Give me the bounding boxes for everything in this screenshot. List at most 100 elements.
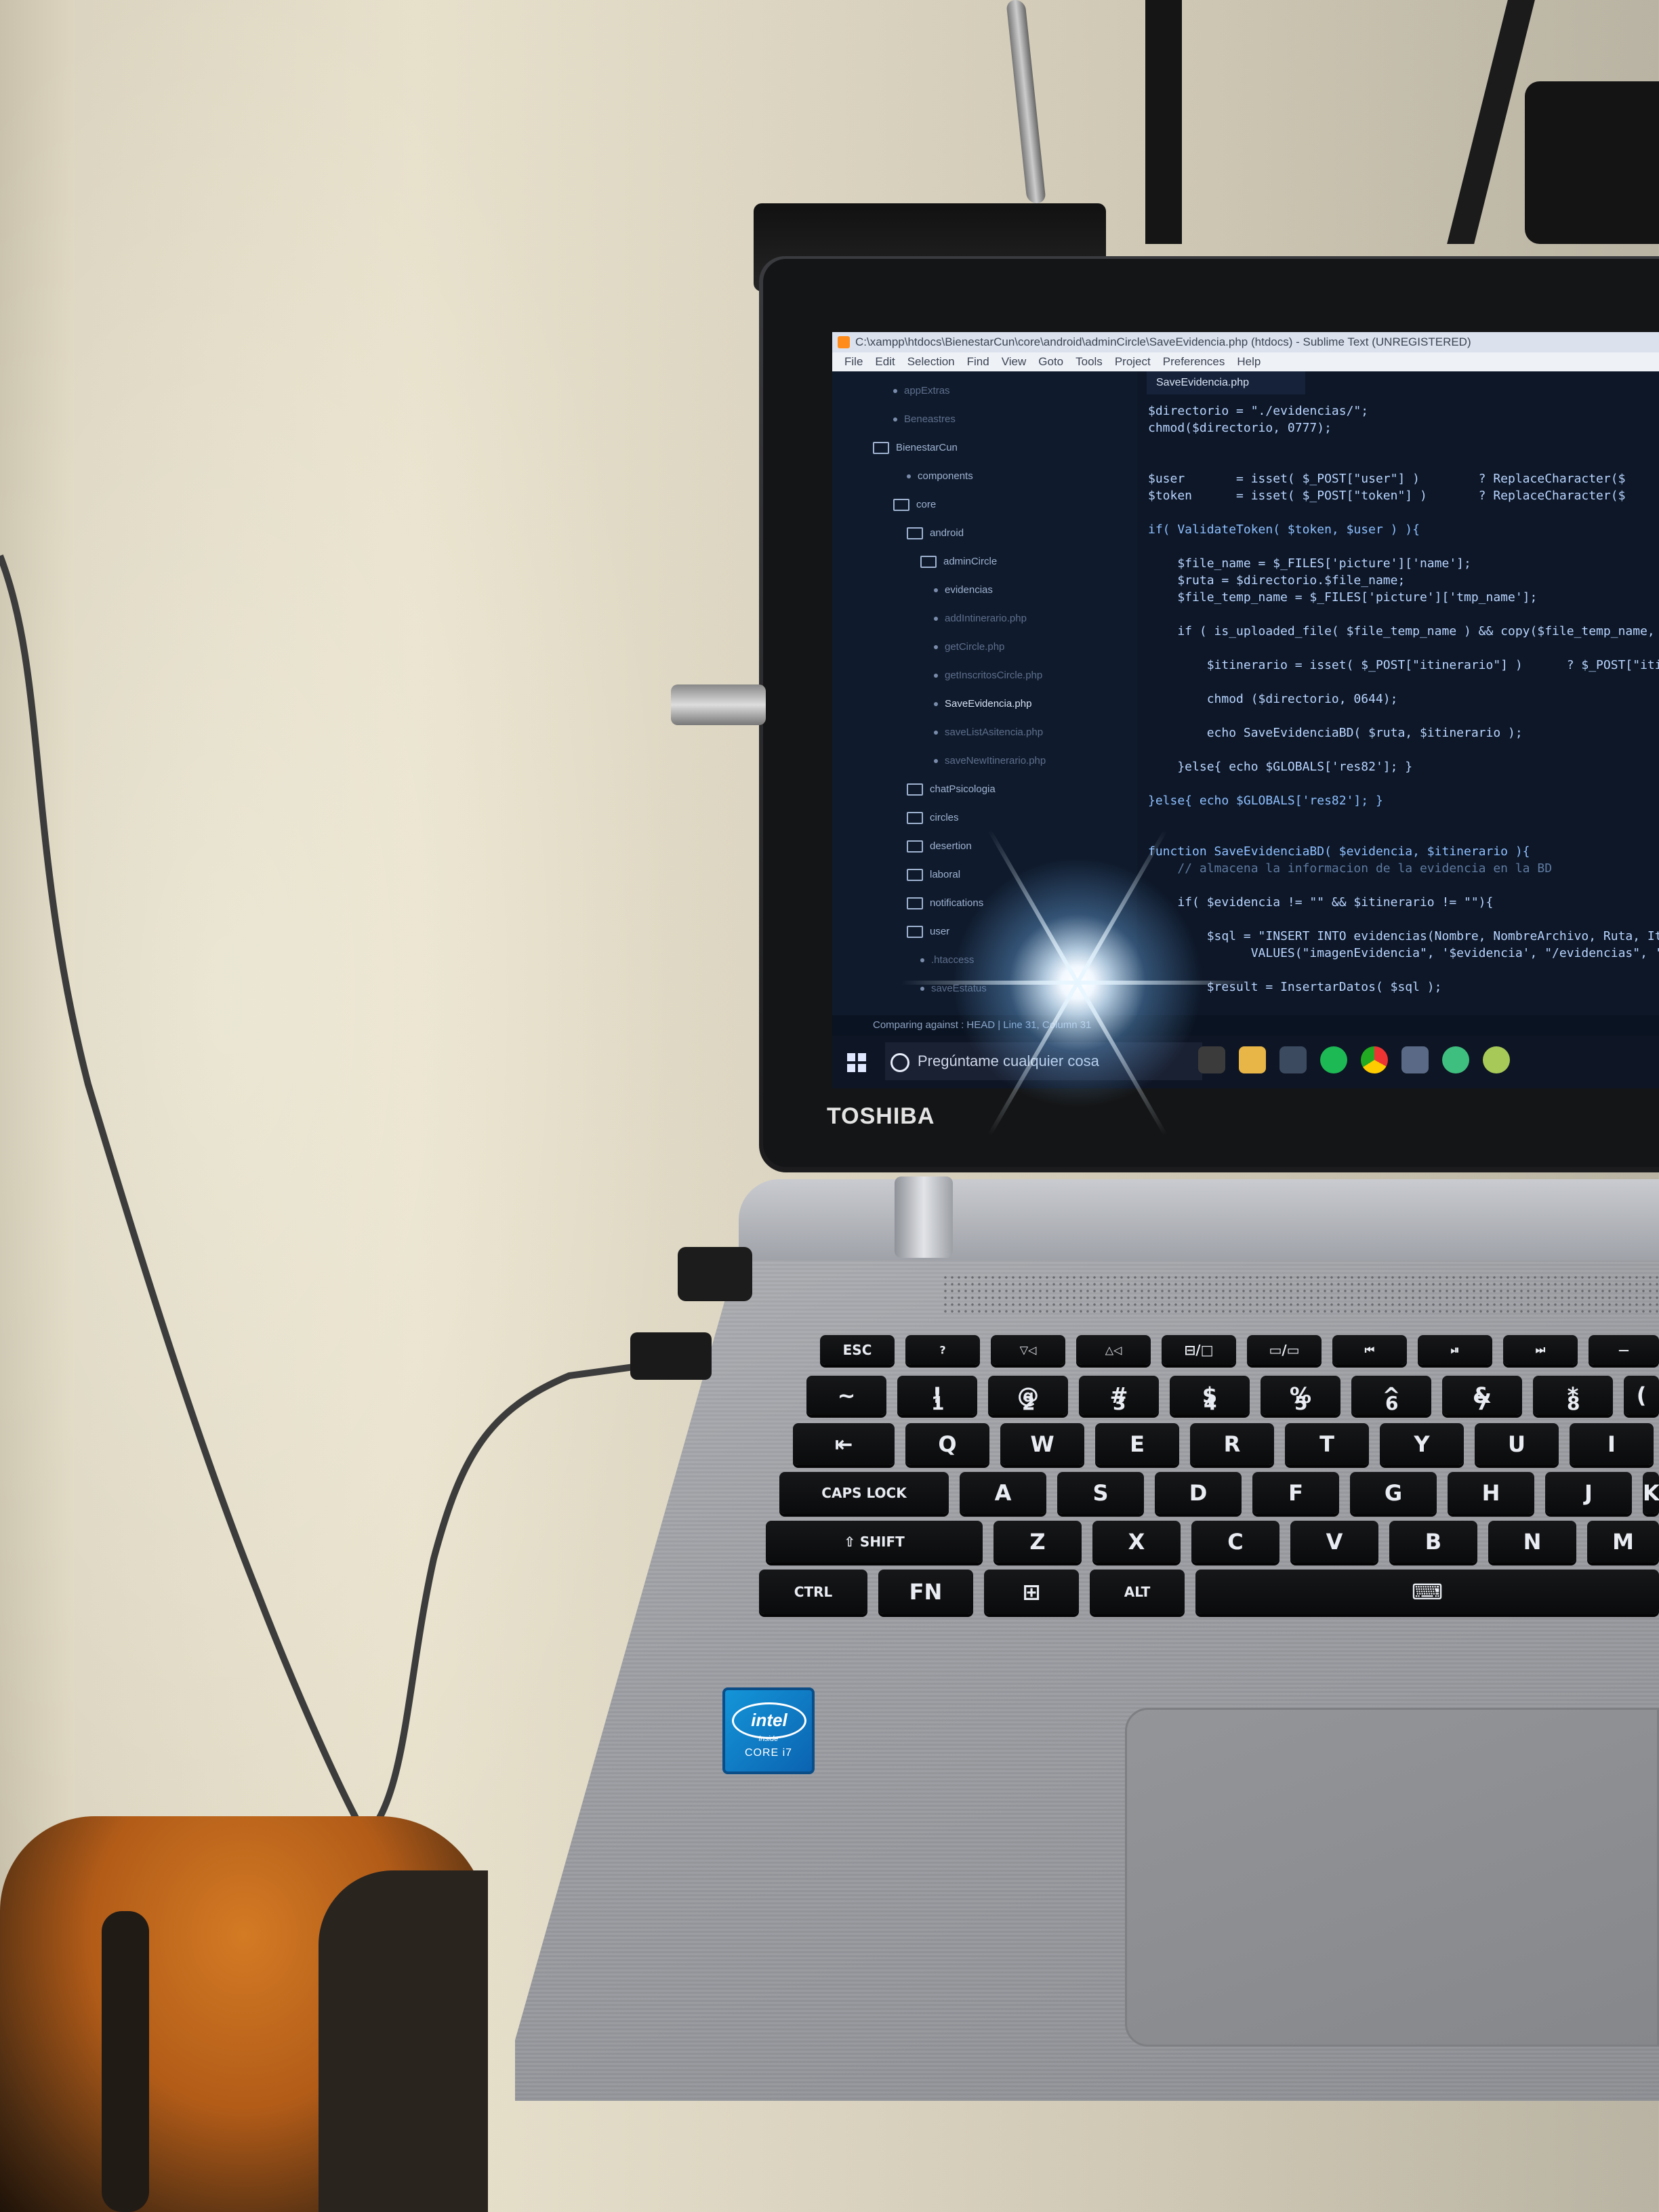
sidebar-item[interactable]: BienestarCun xyxy=(873,442,958,455)
key[interactable]: Z xyxy=(994,1521,1082,1563)
key[interactable]: F xyxy=(1252,1472,1339,1514)
sidebar-item[interactable]: appExtras xyxy=(893,385,950,396)
key[interactable]: ⊞ xyxy=(984,1570,1079,1614)
touchpad[interactable] xyxy=(1125,1708,1659,2047)
menu-item-file[interactable]: File xyxy=(844,352,863,371)
android-studio-icon[interactable] xyxy=(1442,1046,1469,1073)
windows-start-icon[interactable] xyxy=(847,1053,866,1072)
key-label: H xyxy=(1481,1480,1500,1506)
key[interactable]: ( xyxy=(1624,1376,1659,1415)
key[interactable]: U xyxy=(1475,1423,1559,1465)
sidebar-item[interactable]: android xyxy=(907,527,964,540)
key[interactable]: I xyxy=(1570,1423,1654,1465)
sidebar-item[interactable]: saveNewItinerario.php xyxy=(934,755,1046,766)
key-label: ⏭ xyxy=(1535,1343,1546,1356)
key[interactable]: ⏯ xyxy=(1418,1335,1492,1365)
code-editor[interactable]: SaveEvidencia.php $directorio = "./evide… xyxy=(1137,371,1659,1015)
key[interactable]: ⇧ SHIFT xyxy=(766,1521,983,1563)
key[interactable]: K xyxy=(1643,1472,1659,1514)
key[interactable]: W xyxy=(1000,1423,1084,1465)
terminal-icon[interactable] xyxy=(1279,1046,1307,1073)
key[interactable]: D xyxy=(1155,1472,1242,1514)
sidebar-item[interactable]: evidencias xyxy=(934,584,993,596)
sidebar-item[interactable]: getInscritosCircle.php xyxy=(934,670,1042,681)
key[interactable]: G xyxy=(1350,1472,1437,1514)
menu-item-goto[interactable]: Goto xyxy=(1038,352,1063,371)
sidebar-item[interactable]: .htaccess xyxy=(920,954,974,966)
key[interactable]: S xyxy=(1057,1472,1144,1514)
key[interactable]: Q xyxy=(905,1423,989,1465)
code-line: VALUES("imagenEvidencia", '$evidencia', … xyxy=(1148,946,1659,960)
menu-item-preferences[interactable]: Preferences xyxy=(1163,352,1225,371)
menu-item-selection[interactable]: Selection xyxy=(907,352,955,371)
key[interactable]: H xyxy=(1448,1472,1534,1514)
menu-item-view[interactable]: View xyxy=(1002,352,1027,371)
menu-item-help[interactable]: Help xyxy=(1237,352,1261,371)
key[interactable]: ⇤ xyxy=(793,1423,895,1465)
spotify-icon[interactable] xyxy=(1320,1046,1347,1073)
key[interactable]: R xyxy=(1190,1423,1274,1465)
menu-item-tools[interactable]: Tools xyxy=(1076,352,1103,371)
key[interactable]: ⏭ xyxy=(1503,1335,1578,1365)
key[interactable]: CTRL xyxy=(759,1570,867,1614)
key[interactable]: FN xyxy=(878,1570,973,1614)
code-line: chmod($directorio, 0777); xyxy=(1148,421,1332,435)
menu-item-find[interactable]: Find xyxy=(967,352,989,371)
key[interactable]: ▭/▭ xyxy=(1247,1335,1322,1365)
sidebar-item[interactable]: desertion xyxy=(907,840,972,853)
key[interactable]: X xyxy=(1092,1521,1181,1563)
menu-item-edit[interactable]: Edit xyxy=(875,352,895,371)
key[interactable]: ⊟/□ xyxy=(1162,1335,1236,1365)
key-label: N xyxy=(1523,1529,1542,1555)
key[interactable]: △◁ xyxy=(1076,1335,1151,1365)
app-icon[interactable] xyxy=(1483,1046,1510,1073)
key[interactable]: T xyxy=(1285,1423,1369,1465)
sidebar-item[interactable]: Beneastres xyxy=(893,413,956,425)
sidebar-item[interactable]: notifications xyxy=(907,897,983,910)
sidebar-item[interactable]: addIntinerario.php xyxy=(934,613,1027,624)
key[interactable]: ~ xyxy=(806,1376,886,1415)
key[interactable]: A xyxy=(960,1472,1046,1514)
key[interactable]: V xyxy=(1290,1521,1378,1563)
sidebar-item[interactable]: saveListAsitencia.php xyxy=(934,726,1043,738)
window-title-bar[interactable]: C:\xampp\htdocs\BienestarCun\core\androi… xyxy=(832,332,1659,352)
key[interactable]: Y xyxy=(1380,1423,1464,1465)
sidebar-item[interactable]: laboral xyxy=(907,869,960,882)
chrome-icon[interactable] xyxy=(1361,1046,1388,1073)
sidebar-item[interactable]: components xyxy=(907,470,973,482)
key[interactable]: E xyxy=(1095,1423,1179,1465)
key[interactable]: ⏮ xyxy=(1332,1335,1407,1365)
code-line: chmod ($directorio, 0644); xyxy=(1148,692,1398,706)
sidebar-item[interactable]: SaveEvidencia.php xyxy=(934,698,1031,710)
key[interactable]: C xyxy=(1191,1521,1279,1563)
key-label: F xyxy=(1288,1480,1303,1506)
sidebar-item[interactable]: getCircle.php xyxy=(934,641,1004,653)
key[interactable]: ▽◁ xyxy=(991,1335,1065,1365)
key[interactable]: N xyxy=(1488,1521,1576,1563)
key[interactable]: — xyxy=(1589,1335,1659,1365)
key[interactable]: ESC xyxy=(820,1335,895,1365)
key[interactable]: ALT xyxy=(1090,1570,1185,1614)
sidebar-item[interactable]: chatPsicologia xyxy=(907,783,996,796)
key[interactable]: M xyxy=(1587,1521,1659,1563)
speaker-grille xyxy=(942,1274,1659,1315)
key[interactable]: J xyxy=(1545,1472,1632,1514)
file-explorer-icon[interactable] xyxy=(1239,1046,1266,1073)
sidebar-item[interactable]: circles xyxy=(907,812,959,825)
key[interactable]: ? xyxy=(905,1335,980,1365)
key[interactable]: ⌨ xyxy=(1195,1570,1659,1614)
sidebar-item-label: saveListAsitencia.php xyxy=(945,726,1044,738)
sidebar-item[interactable]: user xyxy=(907,926,949,939)
key-label: Y xyxy=(1414,1431,1430,1457)
key[interactable]: B xyxy=(1389,1521,1477,1563)
code-line: $directorio = "./evidencias/"; xyxy=(1148,404,1369,418)
key[interactable]: CAPS LOCK xyxy=(779,1472,949,1514)
menu-item-project[interactable]: Project xyxy=(1115,352,1151,371)
cortana-search[interactable]: Pregúntame cualquier cosa xyxy=(885,1042,1202,1080)
microphone-icon[interactable] xyxy=(1198,1046,1225,1073)
file-icon xyxy=(920,987,924,991)
sidebar-item[interactable]: adminCircle xyxy=(920,556,997,569)
tab-saveevidencia[interactable]: SaveEvidencia.php xyxy=(1147,371,1305,394)
app-window-icon[interactable] xyxy=(1401,1046,1429,1073)
sidebar-item[interactable]: core xyxy=(893,499,936,512)
